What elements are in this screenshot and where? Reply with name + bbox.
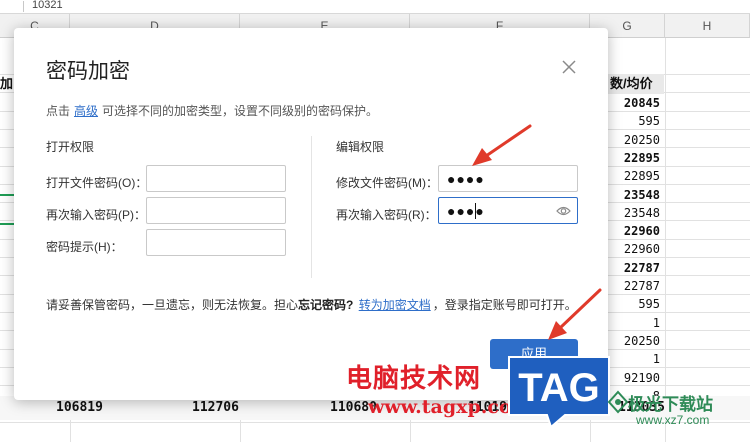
open-confirm-label: 再次输入密码(P)：	[46, 208, 146, 222]
column-g-cell[interactable]: 22787	[600, 279, 660, 293]
column-g-cell[interactable]: 22895	[600, 151, 660, 165]
column-g-cell[interactable]: 22895	[600, 169, 660, 183]
column-g-cell[interactable]: 22960	[600, 224, 660, 238]
section-divider	[311, 136, 312, 278]
open-password-label: 打开文件密码(O)：	[46, 176, 148, 190]
formula-bar[interactable]: 10321	[0, 0, 750, 14]
watermark-site-name: 极光下载站	[628, 395, 713, 414]
modify-password-value: ●●●●	[447, 171, 485, 187]
text-caret	[475, 203, 476, 219]
open-password-field[interactable]	[146, 165, 286, 192]
selection-border-fragment	[0, 223, 14, 225]
password-hint-field[interactable]	[146, 229, 286, 256]
close-icon[interactable]	[560, 58, 578, 76]
open-permission-title: 打开权限	[46, 140, 95, 154]
watermark-site-url: www.xz7.com	[636, 413, 710, 427]
formula-value[interactable]: 10321	[32, 0, 63, 11]
column-g-cell[interactable]: 20250	[600, 334, 660, 348]
open-confirm-field[interactable]	[146, 197, 286, 224]
formula-bar-separator	[23, 1, 24, 12]
watermark-chinese-text: 电脑技术网	[346, 364, 482, 394]
dialog-title: 密码加密	[46, 60, 130, 83]
warning-suffix: ，登录指定账号即可打开。	[432, 298, 577, 312]
edit-permission-title: 编辑权限	[336, 140, 385, 154]
total-cell[interactable]: 112706	[192, 400, 239, 415]
hint-prefix: 点击	[46, 104, 71, 118]
svg-text:TAG: TAG	[518, 366, 599, 410]
advanced-link[interactable]: 高级	[74, 104, 98, 118]
password-hint-label: 密码提示(H)：	[46, 240, 123, 254]
column-g-cell[interactable]: 20250	[600, 133, 660, 147]
convert-to-encrypted-link[interactable]: 转为加密文档	[359, 298, 431, 312]
column-g-cell[interactable]: 22787	[600, 261, 660, 275]
password-encryption-dialog: 密码加密 点击 高级 可选择不同的加密类型，设置不同级别的密码保护。 打开权限 打开…	[14, 28, 608, 400]
column-g-cell[interactable]: 595	[600, 297, 660, 311]
warning-prefix: 请妥善保管密码，一旦遗忘，则无法恢复。担心	[46, 298, 299, 312]
column-g-title[interactable]: 数/均价	[608, 74, 664, 94]
modify-confirm-field[interactable]: ●●●●	[438, 197, 578, 224]
column-header-h[interactable]: H	[665, 14, 750, 38]
total-cell[interactable]: 106819	[56, 400, 103, 415]
modify-confirm-label: 再次输入密码(R)：	[336, 208, 437, 222]
column-g-cell[interactable]: 22960	[600, 242, 660, 256]
dialog-hint: 点击 高级 可选择不同的加密类型，设置不同级别的密码保护。	[46, 102, 378, 119]
modify-password-label: 修改文件密码(M)：	[336, 176, 438, 190]
grid-column-line	[665, 38, 666, 442]
modify-password-field[interactable]: ●●●●	[438, 165, 578, 192]
selection-border-fragment	[0, 194, 14, 196]
column-g-cell[interactable]: 23548	[600, 206, 660, 220]
warning-text: 请妥善保管密码，一旦遗忘，则无法恢复。担心忘记密码? 转为加密文档 ，登录指定账号…	[46, 296, 577, 313]
column-g-cell[interactable]: 1	[600, 316, 660, 330]
column-g-cell[interactable]: 20845	[600, 96, 660, 110]
modify-confirm-value: ●●●●	[447, 203, 485, 219]
forgot-password-text: 忘记密码?	[298, 298, 354, 312]
hint-suffix: 可选择不同的加密类型，设置不同级别的密码保护。	[102, 104, 379, 118]
column-g-cell[interactable]: 23548	[600, 188, 660, 202]
column-g-cell[interactable]: 595	[600, 114, 660, 128]
eye-icon[interactable]	[556, 204, 571, 218]
aurora-logo-icon	[607, 390, 629, 414]
tag-logo: TAG	[508, 356, 610, 429]
header-fragment: 加	[0, 76, 14, 91]
